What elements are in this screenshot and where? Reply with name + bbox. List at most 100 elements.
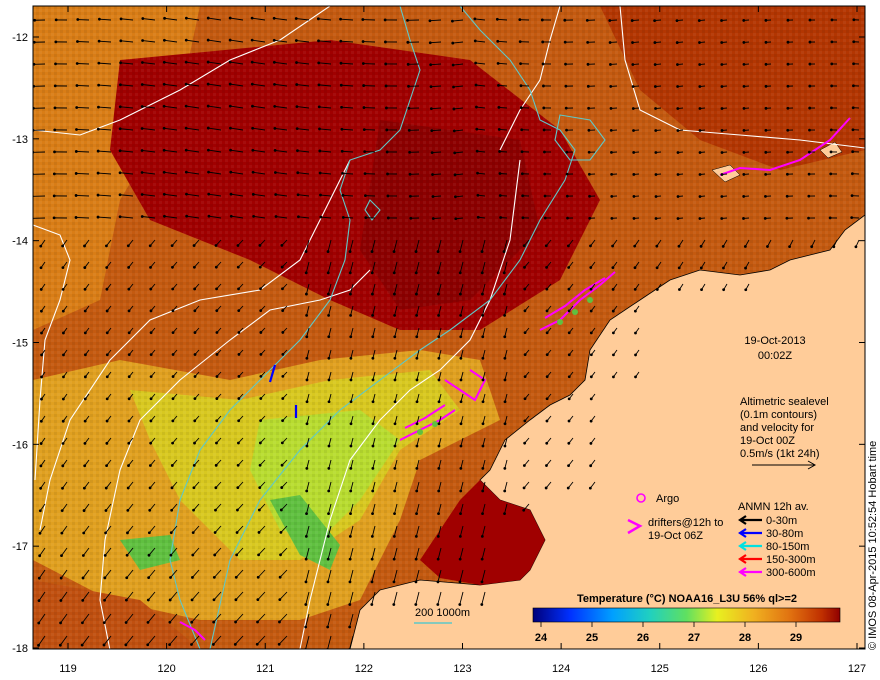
velocity-vector-head: [59, 599, 63, 602]
velocity-vector-head: [39, 464, 43, 468]
velocity-vector-head: [565, 172, 569, 176]
velocity-vector-head: [370, 271, 374, 275]
velocity-vector-head: [589, 375, 593, 379]
velocity-vector-head: [61, 244, 65, 248]
velocity-vector-head: [81, 598, 85, 602]
velocity-vector-head: [481, 467, 485, 470]
velocity-vector-head: [522, 486, 526, 490]
velocity-vector-head: [632, 151, 636, 154]
velocity-vector-head: [519, 62, 522, 66]
velocity-vector-head: [503, 444, 507, 448]
velocity-vector-head: [127, 464, 130, 467]
velocity-vector-head: [83, 244, 86, 248]
velocity-vector-head: [229, 192, 233, 196]
velocity-vector-head: [452, 85, 455, 89]
velocity-vector-head: [235, 531, 239, 534]
velocity-vector-head: [609, 128, 613, 132]
velocity-vector-head: [654, 217, 658, 220]
velocity-vector-head: [393, 512, 396, 516]
velocity-vector-head: [459, 512, 462, 516]
velocity-vector-head: [305, 335, 309, 339]
velocity-vector-head: [146, 598, 150, 602]
velocity-vector-head: [786, 106, 790, 110]
velocity-vector-head: [81, 554, 85, 557]
velocity-vector-head: [236, 486, 240, 490]
velocity-vector-head: [61, 287, 65, 291]
velocity-vector-head: [393, 444, 397, 448]
velocity-vector-head: [327, 422, 331, 426]
velocity-vector-head: [140, 171, 144, 174]
y-tick-label: -17: [12, 541, 28, 553]
velocity-vector-head: [850, 216, 854, 220]
velocity-vector-head: [720, 195, 724, 198]
velocity-vector-head: [414, 603, 418, 606]
velocity-vector-head: [631, 107, 635, 110]
velocity-vector-head: [212, 598, 216, 602]
velocity-vector-head: [127, 331, 131, 335]
velocity-vector-head: [184, 126, 188, 130]
velocity-vector-head: [851, 128, 855, 132]
velocity-vector-head: [170, 508, 174, 512]
velocity-vector-head: [214, 486, 218, 490]
velocity-vector-head: [523, 353, 527, 356]
velocity-vector-head: [542, 106, 546, 110]
velocity-vector-head: [459, 444, 463, 448]
velocity-vector-head: [39, 419, 43, 423]
velocity-vector-head: [543, 194, 547, 198]
velocity-vector-head: [393, 356, 397, 360]
velocity-vector-head: [481, 444, 485, 448]
velocity-vector-head: [565, 150, 569, 154]
velocity-vector-head: [162, 192, 166, 196]
velocity-vector-head: [171, 309, 175, 313]
velocity-vector-head: [393, 292, 396, 296]
velocity-vector-head: [589, 441, 593, 445]
velocity-vector-head: [430, 129, 434, 133]
velocity-vector-head: [437, 489, 441, 493]
velocity-vector-head: [349, 335, 353, 339]
velocity-vector-head: [610, 216, 614, 220]
velocity-vector-head: [610, 172, 614, 176]
velocity-vector-head: [193, 309, 197, 313]
velocity-vector-head: [272, 38, 276, 42]
velocity-vector-head: [278, 620, 281, 624]
velocity-vector-head: [349, 444, 353, 448]
velocity-vector-head: [349, 422, 353, 426]
velocity-vector-head: [348, 534, 352, 538]
velocity-vector-head: [742, 85, 746, 88]
velocity-vector-head: [850, 172, 854, 176]
velocity-vector-head: [74, 216, 78, 219]
velocity-vector-head: [363, 172, 367, 176]
velocity-vector-head: [62, 375, 65, 379]
velocity-vector-head: [566, 244, 570, 248]
velocity-vector-head: [75, 84, 79, 87]
velocity-vector-head: [850, 194, 854, 198]
velocity-vector-head: [251, 192, 255, 196]
velocity-vector-head: [339, 61, 343, 65]
velocity-vector-head: [808, 128, 811, 132]
velocity-vector-head: [415, 335, 419, 339]
velocity-vector-head: [521, 194, 525, 198]
velocity-vector-head: [170, 244, 174, 248]
velocity-vector-head: [318, 149, 322, 153]
velocity-vector-head: [305, 512, 308, 516]
velocity-vector-head: [567, 353, 571, 357]
velocity-vector-head: [459, 400, 463, 404]
velocity-vector-head: [305, 378, 309, 382]
velocity-vector-head: [280, 441, 284, 445]
velocity-vector-head: [371, 489, 375, 493]
velocity-vector-head: [184, 38, 188, 42]
velocity-vector-head: [349, 313, 353, 317]
velocity-vector-head: [480, 534, 484, 538]
velocity-vector-head: [566, 486, 570, 490]
velocity-vector-head: [339, 83, 343, 87]
velocity-vector-head: [184, 16, 188, 20]
velocity-vector-head: [785, 194, 789, 198]
velocity-vector-head: [677, 266, 681, 270]
velocity-vector-head: [277, 642, 281, 646]
velocity-vector-head: [520, 172, 524, 176]
velocity-vector-head: [630, 19, 634, 22]
velocity-vector-head: [228, 104, 232, 108]
velocity-vector-head: [237, 419, 241, 423]
velocity-vector-head: [251, 104, 254, 108]
velocity-vector-head: [326, 250, 330, 253]
